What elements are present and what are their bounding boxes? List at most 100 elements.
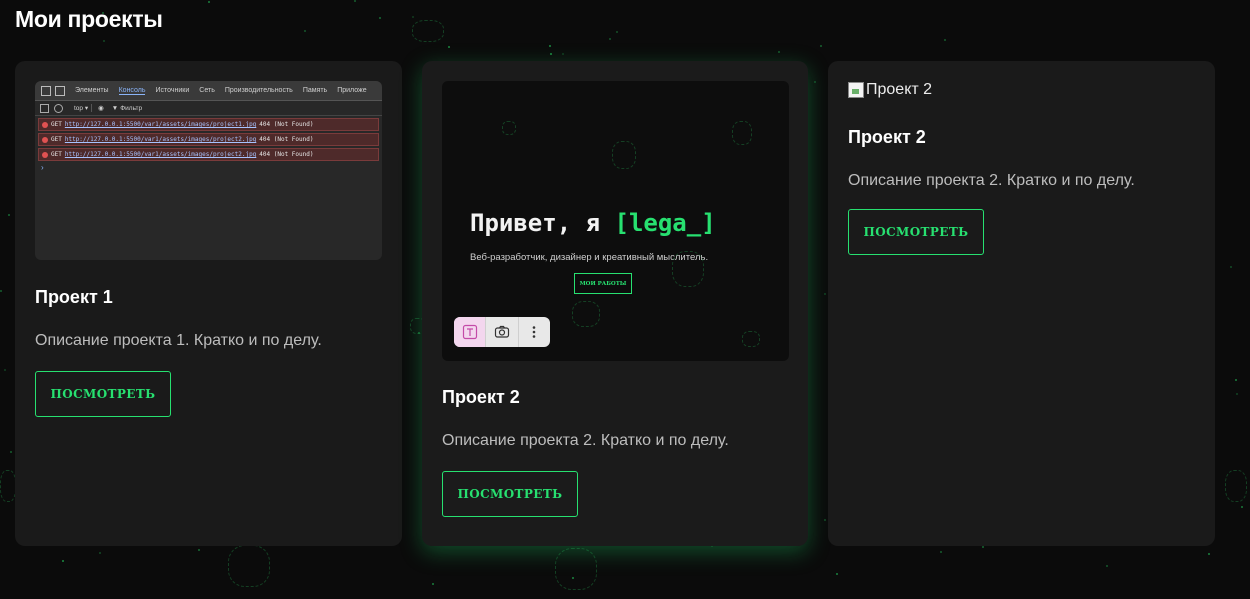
project-description: Описание проекта 1. Кратко и по делу. bbox=[35, 332, 322, 349]
project-card-2: Привет, я [lega_] Веб-разработчик, дизай… bbox=[422, 61, 808, 546]
particle bbox=[550, 53, 552, 55]
project-title: Проект 2 bbox=[848, 127, 926, 147]
particle bbox=[4, 369, 6, 371]
error-method: GET bbox=[51, 136, 62, 143]
text-recognition-icon[interactable] bbox=[454, 317, 487, 347]
error-url: http://127.0.0.1:5500/var1/assets/images… bbox=[64, 136, 257, 143]
particle bbox=[379, 17, 381, 19]
particle bbox=[609, 38, 611, 40]
particle-cluster bbox=[612, 141, 636, 169]
project-card-1: Элементы Консоль Источники Сеть Производ… bbox=[15, 61, 402, 546]
context-select: top ▾ bbox=[71, 104, 93, 112]
hero-heading-accent: [lega_] bbox=[614, 209, 716, 237]
console-error-row: GET http://127.0.0.1:5500/var1/assets/im… bbox=[38, 148, 379, 161]
particle-cluster bbox=[1225, 470, 1247, 502]
particle-cluster bbox=[672, 251, 704, 287]
particle-cluster bbox=[0, 470, 16, 502]
particle-cluster bbox=[572, 301, 600, 327]
devtools-tab-active: Консоль bbox=[118, 86, 146, 95]
sidebar-toggle-icon bbox=[40, 103, 49, 113]
console-error-row: GET http://127.0.0.1:5500/var1/assets/im… bbox=[38, 133, 379, 146]
inspect-icon bbox=[41, 85, 51, 96]
particle bbox=[208, 1, 210, 3]
particle-cluster bbox=[412, 20, 444, 42]
particle bbox=[616, 31, 618, 33]
particle bbox=[572, 577, 574, 579]
hero-heading-text: Привет, я bbox=[470, 209, 615, 237]
view-project-button[interactable]: ПОСМОТРЕТЬ bbox=[442, 471, 578, 517]
filter-icon: ▼ bbox=[111, 104, 119, 112]
project-title: Проект 1 bbox=[35, 287, 113, 307]
particle bbox=[1235, 379, 1237, 381]
particle bbox=[10, 451, 12, 453]
project-card-3: Проект 2 Проект 2 Описание проекта 2. Кр… bbox=[828, 61, 1215, 546]
error-status: 404 (Not Found) bbox=[259, 136, 314, 143]
particle-cluster bbox=[502, 121, 516, 135]
project-description: Описание проекта 2. Кратко и по делу. bbox=[848, 172, 1135, 189]
particle bbox=[198, 549, 200, 551]
particle-cluster bbox=[732, 121, 752, 145]
project-2-image: Привет, я [lega_] Веб-разработчик, дизай… bbox=[442, 81, 789, 361]
image-alt-text: Проект 2 bbox=[866, 81, 933, 98]
particle bbox=[824, 519, 826, 521]
project-3-image-broken: Проект 2 bbox=[848, 81, 932, 99]
particle bbox=[778, 51, 780, 53]
particle bbox=[354, 0, 356, 2]
particle bbox=[448, 46, 450, 48]
devtools-console-toolbar: top ▾ ◉ ▼ Фильтр bbox=[35, 101, 382, 116]
particle-cluster bbox=[742, 331, 760, 347]
particle bbox=[432, 583, 434, 585]
broken-image-icon bbox=[848, 82, 864, 98]
particle bbox=[549, 45, 551, 47]
particle bbox=[814, 81, 816, 83]
error-method: GET bbox=[51, 121, 62, 128]
particle bbox=[99, 552, 101, 554]
particle bbox=[1208, 553, 1210, 555]
filter-label: Фильтр bbox=[120, 104, 143, 112]
particle bbox=[62, 560, 64, 562]
devtools-tabbar: Элементы Консоль Источники Сеть Производ… bbox=[35, 81, 382, 101]
console-error-row: GET http://127.0.0.1:5500/var1/assets/im… bbox=[38, 118, 379, 131]
particle bbox=[412, 16, 414, 18]
error-url: http://127.0.0.1:5500/var1/assets/images… bbox=[64, 121, 257, 128]
particle bbox=[304, 30, 306, 32]
particle bbox=[1241, 506, 1243, 508]
error-icon bbox=[42, 136, 48, 143]
devtools-tab: Сеть bbox=[199, 87, 215, 94]
particle bbox=[820, 45, 822, 47]
particle bbox=[8, 214, 10, 216]
particle bbox=[103, 40, 105, 42]
devtools-tab: Производительность bbox=[224, 87, 293, 94]
particle bbox=[1106, 565, 1108, 567]
devtools-tab: Приложе bbox=[337, 87, 367, 94]
particle bbox=[944, 39, 946, 41]
devtools-tab: Элементы bbox=[75, 87, 109, 94]
more-vertical-icon[interactable] bbox=[519, 317, 550, 347]
particle bbox=[1236, 393, 1238, 395]
project-1-image: Элементы Консоль Источники Сеть Производ… bbox=[35, 81, 382, 260]
particle bbox=[0, 290, 2, 292]
eye-icon: ◉ bbox=[98, 105, 104, 112]
particle bbox=[418, 332, 420, 334]
particle-cluster bbox=[555, 548, 597, 590]
particle bbox=[836, 573, 838, 575]
project-description: Описание проекта 2. Кратко и по делу. bbox=[442, 432, 729, 449]
hero-heading: Привет, я [lega_] bbox=[470, 209, 716, 237]
error-url: http://127.0.0.1:5500/var1/assets/images… bbox=[64, 151, 257, 158]
particle bbox=[940, 551, 942, 553]
page-title: Мои проекты bbox=[15, 6, 163, 32]
devtools-tab: Память bbox=[302, 87, 328, 94]
view-project-button[interactable]: ПОСМОТРЕТЬ bbox=[35, 371, 171, 417]
particle bbox=[824, 293, 826, 295]
particle-cluster bbox=[228, 545, 270, 587]
error-status: 404 (Not Found) bbox=[259, 121, 314, 128]
particle bbox=[562, 53, 564, 55]
particle bbox=[1230, 266, 1232, 268]
view-project-button[interactable]: ПОСМОТРЕТЬ bbox=[848, 209, 984, 255]
hero-works-button: МОИ РАБОТЫ bbox=[574, 273, 632, 294]
camera-icon[interactable] bbox=[486, 317, 519, 347]
clear-console-icon bbox=[54, 103, 63, 113]
image-overlay-toolbar[interactable] bbox=[454, 317, 550, 347]
error-status: 404 (Not Found) bbox=[259, 151, 314, 158]
error-icon bbox=[42, 151, 48, 158]
